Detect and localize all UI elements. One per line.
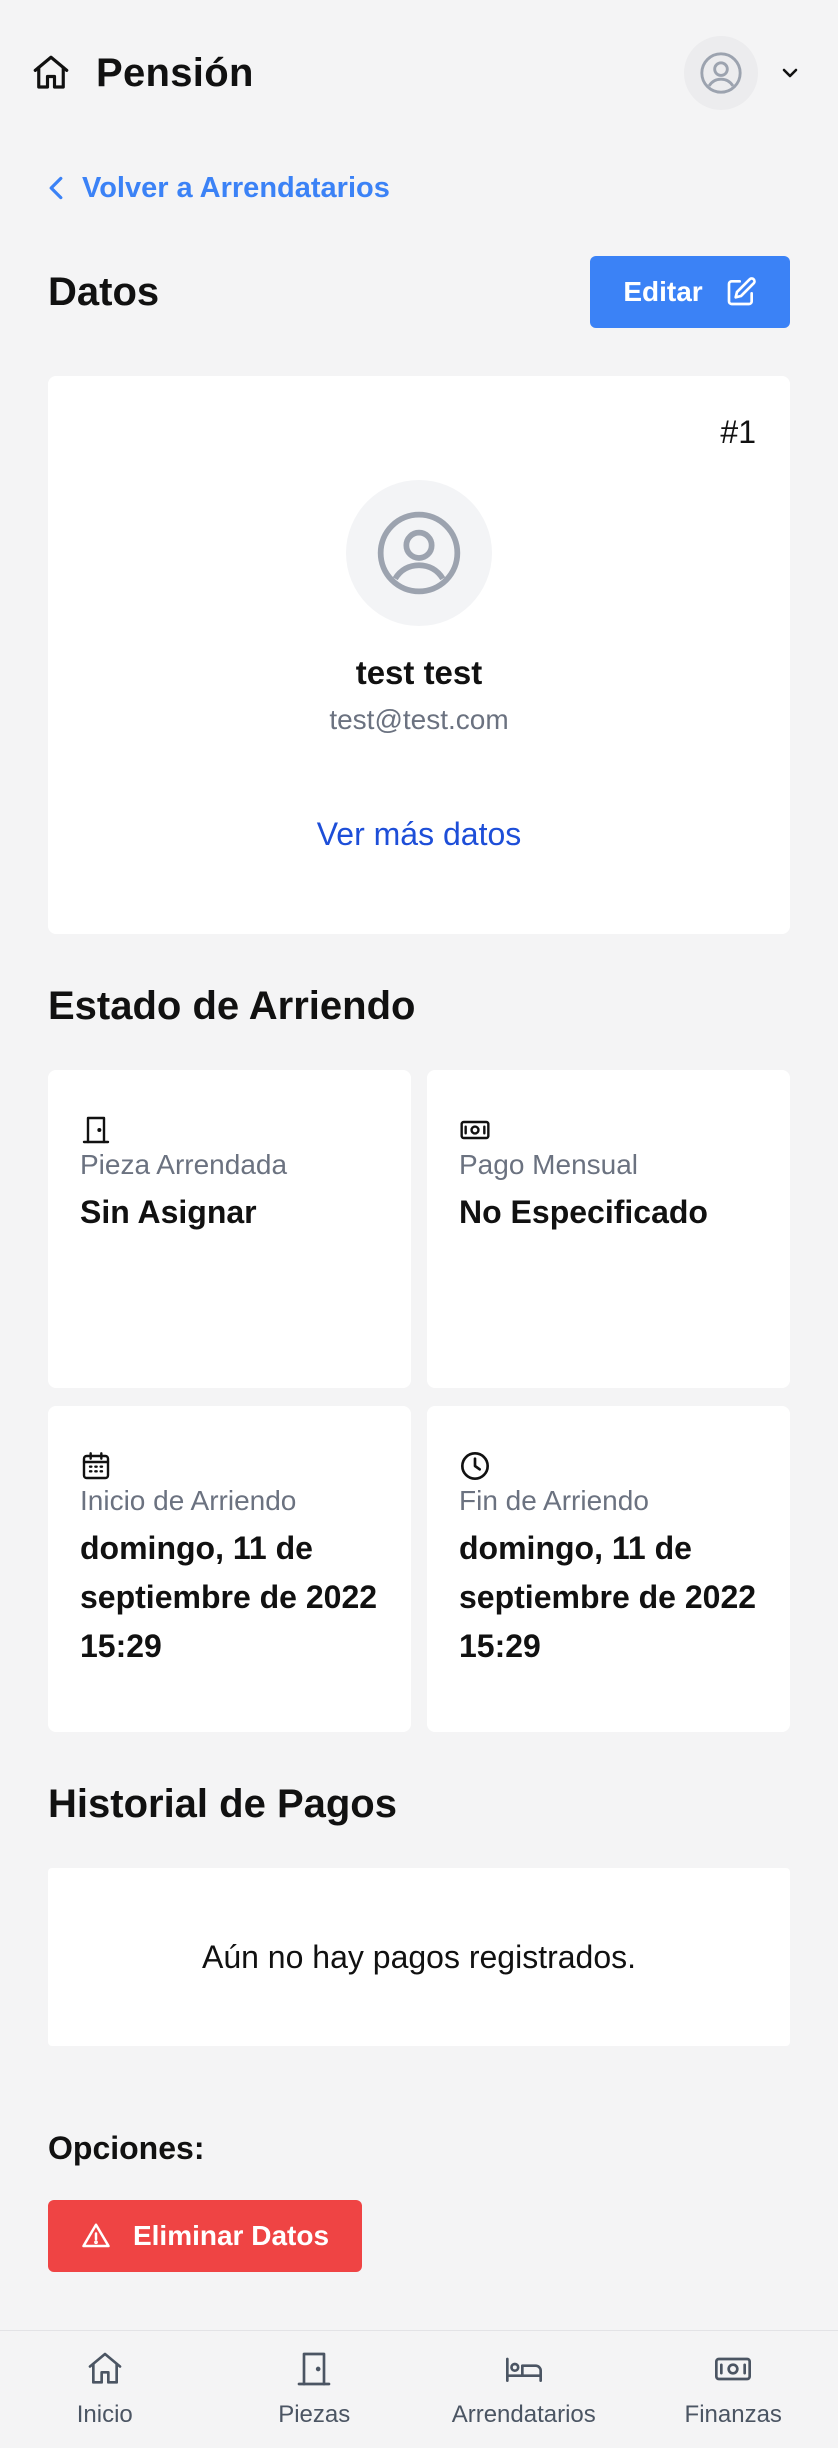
nav-label: Piezas [278,2401,351,2428]
home-icon [85,2349,125,2389]
tile-label: Pieza Arrendada [80,1149,288,1180]
user-avatar-button[interactable] [684,36,758,110]
datos-header: Datos Editar [48,256,790,328]
estado-header: Estado de Arriendo [48,984,790,1029]
cash-icon [459,1114,758,1146]
calendar-icon [80,1450,379,1482]
clock-icon [459,1450,758,1482]
historial-title: Historial de Pagos [48,1782,397,1826]
user-circle-icon [700,52,742,94]
tile-value: domingo, 11 de septiembre de 2022 15:29 [80,1530,378,1664]
nav-label: Finanzas [684,2401,782,2428]
edit-button-label: Editar [623,276,703,307]
datos-title: Datos [48,269,160,314]
tile-value: No Especificado [459,1194,708,1230]
edit-button[interactable]: Editar [590,256,790,328]
tile-value: domingo, 11 de septiembre de 2022 15:29 [459,1530,757,1664]
delete-button-label: Eliminar Datos [132,2220,330,2251]
tile-label: Fin de Arriendo [459,1485,649,1516]
user-menu[interactable] [684,36,802,110]
lease-start-tile: Inicio de Arriendo domingo, 11 de septie… [48,1406,411,1732]
nav-item-finanzas[interactable]: Finanzas [629,2331,838,2448]
monthly-payment-tile: Pago Mensual No Especificado [427,1070,790,1388]
profile-card: #1 test test test@test.com Ver más datos [48,376,790,934]
home-icon[interactable] [30,52,72,94]
historial-header: Historial de Pagos [48,1782,790,1827]
back-to-arrendatarios-link[interactable]: Volver a Arrendatarios [48,168,390,208]
tile-label: Inicio de Arriendo [80,1485,297,1516]
back-link-label: Volver a Arrendatarios [82,171,390,204]
delete-button[interactable]: Eliminar Datos [48,2200,362,2272]
nav-label: Inicio [76,2401,133,2428]
app-header: Pensión [0,0,838,146]
nav-item-inicio[interactable]: Inicio [0,2331,210,2448]
rented-room-tile: Pieza Arrendada Sin Asignar [48,1070,411,1388]
chevron-down-icon[interactable] [778,61,802,85]
bed-icon [504,2349,544,2389]
warning-icon [82,2223,110,2248]
payment-history-empty: Aún no hay pagos registrados. [48,1868,790,2046]
door-icon [80,1114,379,1146]
profile-avatar [346,480,492,626]
tenant-number: #1 [720,414,756,450]
nav-item-piezas[interactable]: Piezas [210,2331,420,2448]
tenant-email: test@test.com [329,704,509,735]
app-title: Pensión [96,50,254,95]
cash-icon [713,2349,753,2389]
tile-label: Pago Mensual [459,1149,639,1180]
tenant-name: test test [355,654,483,691]
chevron-left-icon [49,176,63,200]
door-icon [294,2349,334,2389]
tile-value: Sin Asignar [80,1194,257,1230]
see-more-link[interactable]: Ver más datos [48,816,790,853]
bottom-navigation: Inicio Piezas Arrendatarios Finanzas [0,2330,838,2448]
estado-title: Estado de Arriendo [48,984,416,1028]
empty-state-text: Aún no hay pagos registrados. [201,1938,637,1975]
nav-label: Arrendatarios [451,2401,596,2428]
nav-item-arrendatarios[interactable]: Arrendatarios [419,2331,629,2448]
pencil-square-icon [727,277,756,306]
options-title: Opciones: [48,2130,205,2166]
user-circle-icon [377,511,461,595]
lease-end-tile: Fin de Arriendo domingo, 11 de septiembr… [427,1406,790,1732]
